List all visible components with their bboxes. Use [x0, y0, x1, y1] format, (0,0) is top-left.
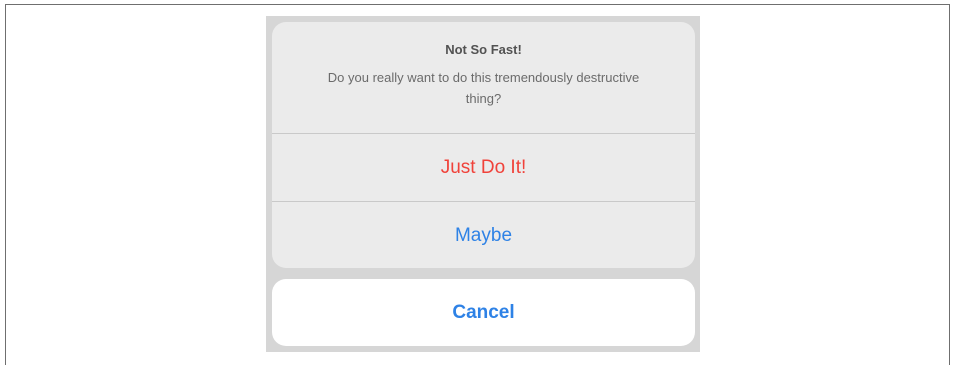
action-sheet: Not So Fast! Do you really want to do th…	[272, 22, 695, 268]
alert-title: Not So Fast!	[445, 42, 522, 57]
cancel-button[interactable]: Cancel	[272, 279, 695, 346]
just-do-it-button[interactable]: Just Do It!	[272, 134, 695, 201]
alert-message: Do you really want to do this tremendous…	[327, 70, 640, 106]
action-sheet-header: Not So Fast! Do you really want to do th…	[272, 22, 695, 134]
maybe-button[interactable]: Maybe	[272, 201, 695, 268]
